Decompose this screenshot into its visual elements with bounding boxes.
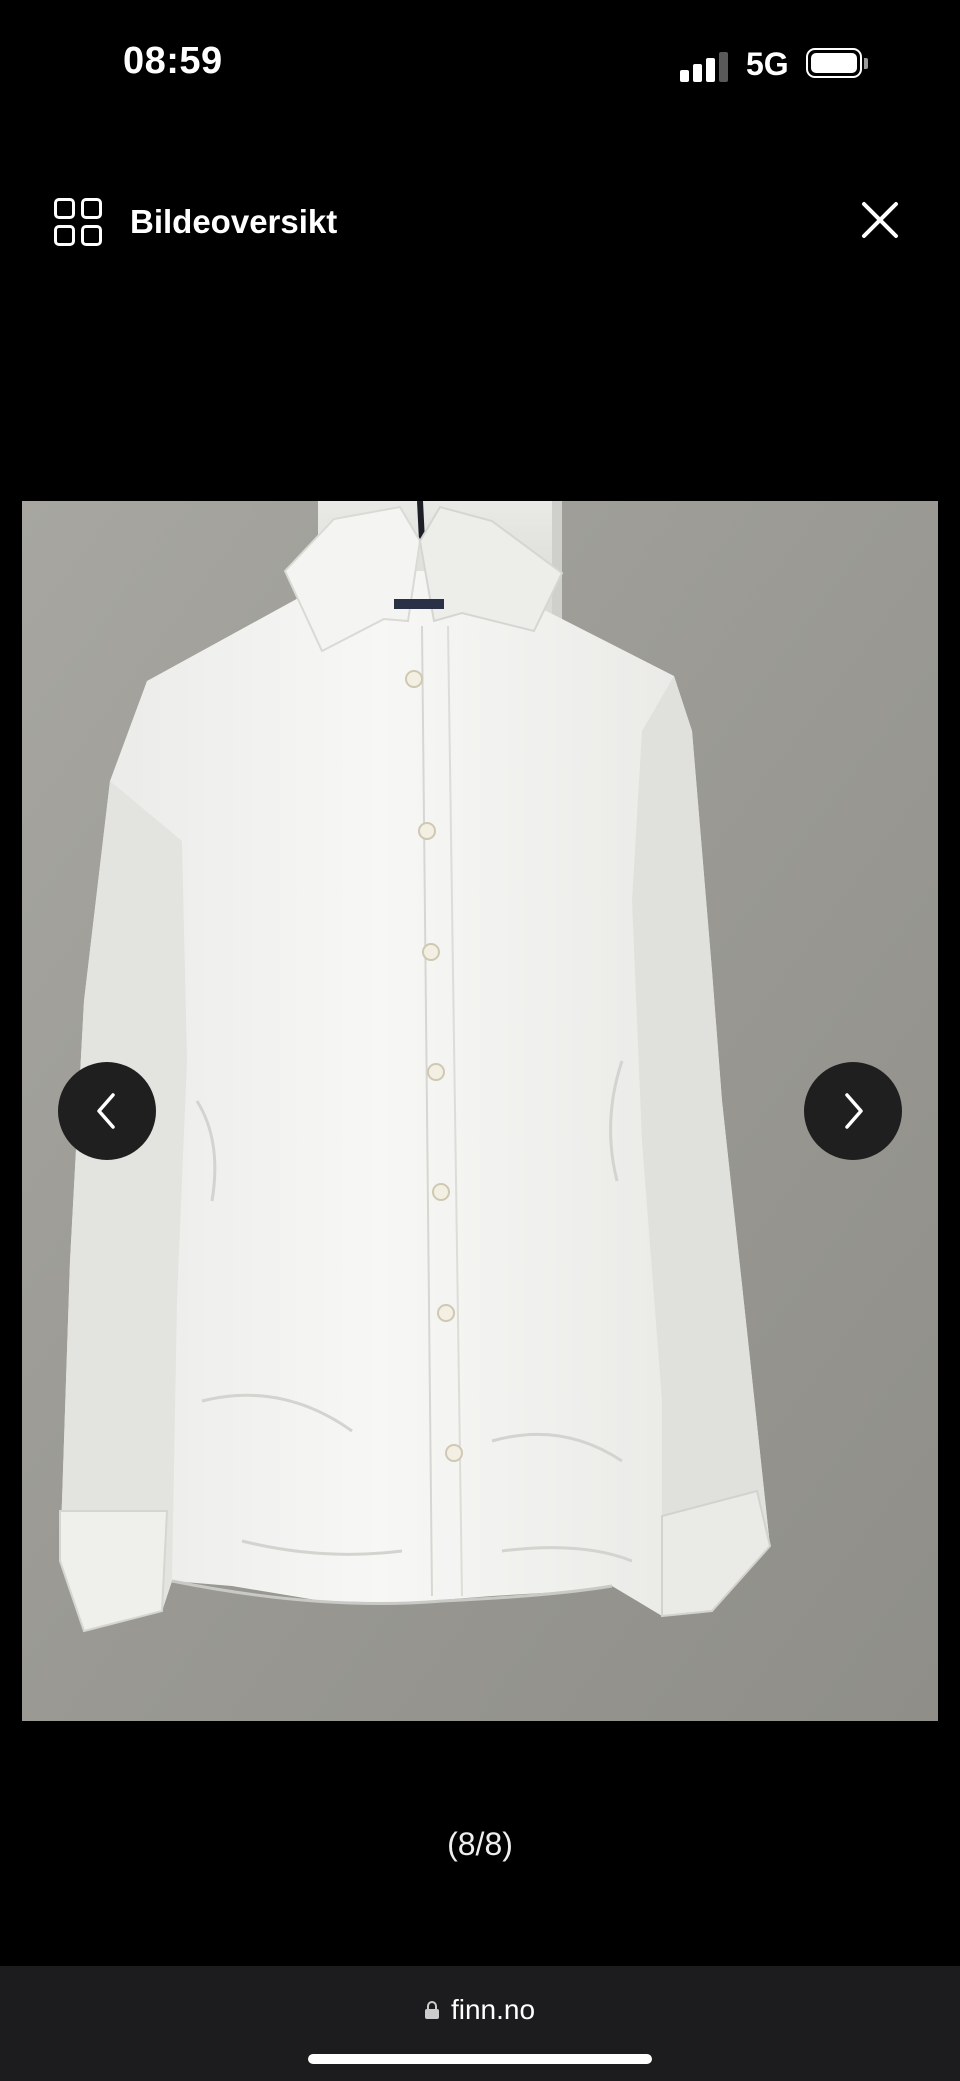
- image-overview-button[interactable]: Bildeoversikt: [52, 194, 337, 250]
- home-indicator[interactable]: [308, 2054, 652, 2064]
- grid-icon: [52, 196, 104, 248]
- url-text: finn.no: [450, 1994, 536, 2025]
- shirt-photo: [22, 501, 938, 1721]
- viewer-header: Bildeoversikt: [0, 180, 960, 260]
- browser-bar: finn.no: [0, 1966, 960, 2081]
- image-overview-label: Bildeoversikt: [130, 203, 338, 240]
- product-image[interactable]: [22, 501, 938, 1721]
- next-image-button[interactable]: [804, 1062, 902, 1160]
- chevron-left-icon: [97, 1093, 115, 1129]
- cellular-signal-icon: [680, 50, 730, 82]
- previous-image-button[interactable]: [58, 1062, 156, 1160]
- close-button[interactable]: [856, 196, 904, 244]
- close-icon: [862, 202, 898, 238]
- chevron-right-icon: [845, 1093, 863, 1129]
- network-type: 5G: [746, 46, 789, 82]
- lock-icon: [424, 2001, 439, 2019]
- image-counter: (8/8): [447, 1826, 513, 1862]
- status-time: 08:59: [123, 40, 223, 82]
- battery-icon: [806, 48, 868, 80]
- status-bar: 08:59 5G: [0, 0, 960, 130]
- url-bar[interactable]: finn.no: [0, 1994, 960, 2026]
